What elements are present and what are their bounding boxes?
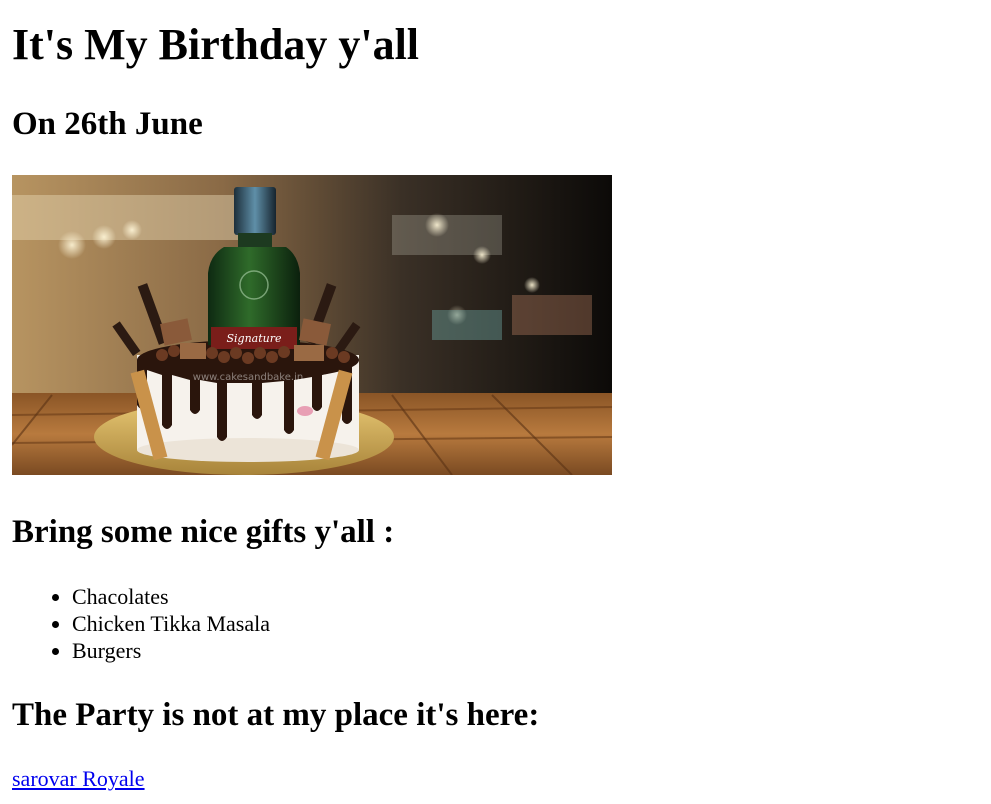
image-watermark: www.cakesandbake.in [193, 372, 303, 383]
hero-image: Signature www.cakesandbake.in [12, 175, 612, 475]
gifts-heading: Bring some nice gifts y'all : [12, 514, 395, 550]
party-location-heading: The Party is not at my place it's here: [12, 697, 540, 733]
date-heading: On 26th June [12, 106, 203, 142]
page-title: It's My Birthday y'all [12, 20, 420, 69]
list-item: Burgers [72, 637, 270, 664]
bottle-label-text: Signature [226, 332, 282, 345]
gift-list: Chacolates Chicken Tikka Masala Burgers [12, 583, 270, 664]
venue-link[interactable]: sarovar Royale [12, 766, 145, 792]
list-item: Chicken Tikka Masala [72, 610, 270, 637]
list-item: Chacolates [72, 583, 270, 610]
